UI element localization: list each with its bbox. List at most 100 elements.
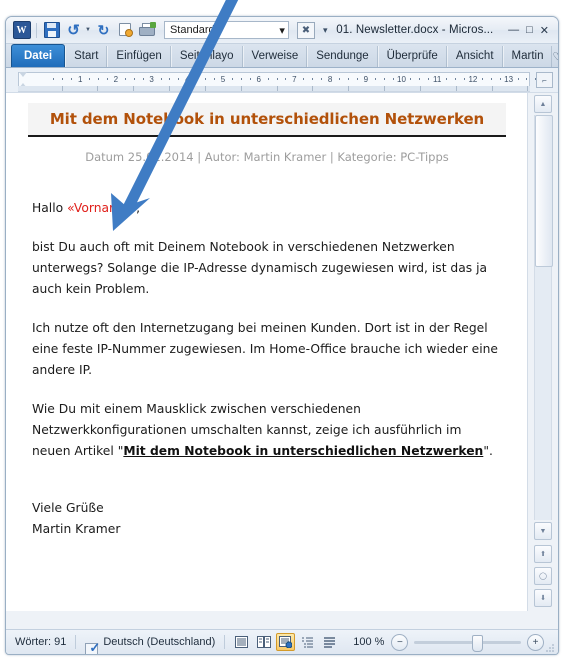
excel-source-button[interactable]: ✖: [296, 21, 315, 39]
ruler-tick: [160, 78, 162, 80]
ruler-tick: [196, 78, 198, 80]
zoom-in-button[interactable]: +: [527, 633, 544, 651]
ruler-tick: [62, 78, 64, 80]
outline-glyph: [302, 637, 314, 648]
web-layout-icon[interactable]: [276, 633, 296, 651]
ruler-tick: [446, 78, 448, 80]
next-page-icon[interactable]: ⬇: [534, 589, 552, 607]
ruler-tick: [499, 78, 501, 80]
scroll-up-button[interactable]: ▲: [534, 95, 552, 113]
ruler-toggle-button[interactable]: ⌐: [536, 72, 553, 88]
ruler-tick: [374, 78, 376, 80]
zoom-out-button[interactable]: −: [391, 633, 409, 651]
browse-navigation: ⬆ ◯ ⬇: [534, 543, 552, 607]
title-bar: W ↺ ▼ ↻ Standard ▾ ✖ ▾ 01. Newsletter.do…: [6, 17, 558, 44]
tab-einfuegen[interactable]: Einfügen: [107, 46, 171, 67]
ruler-subtick: [527, 86, 529, 91]
word-count-label[interactable]: Wörter: 91: [6, 636, 75, 648]
word-app-button[interactable]: W: [12, 21, 31, 40]
ruler-tick: [231, 78, 233, 80]
ruler-tick: [481, 78, 483, 80]
ruler-tick: [106, 78, 108, 80]
undo-icon: ↺: [67, 21, 80, 39]
tab-sendungen[interactable]: Sendunge: [307, 46, 378, 67]
collapse-ribbon-icon[interactable]: ♡: [552, 50, 558, 63]
ruler-number: 1: [77, 75, 83, 84]
paragraph-3-after: ".: [483, 444, 493, 458]
tab-start[interactable]: Start: [65, 46, 108, 67]
outline-icon[interactable]: [298, 633, 317, 651]
tab-seitenlayout[interactable]: Seitenlayo: [170, 46, 243, 67]
ruler-tick: [517, 78, 519, 80]
document-title: 01. Newsletter.docx - Micros...: [336, 24, 494, 36]
tab-ueberpruefen[interactable]: Überprüfe: [377, 46, 447, 67]
zoom-level-label[interactable]: 100 %: [346, 636, 391, 648]
tab-verweise[interactable]: Verweise: [242, 46, 308, 67]
ruler-subtick: [491, 86, 493, 91]
zoom-slider-track[interactable]: [414, 634, 521, 652]
ruler-number: 10: [397, 75, 406, 84]
reading-glyph: [256, 636, 271, 648]
ruler-tick: [455, 78, 457, 80]
close-button[interactable]: ✕: [540, 24, 549, 37]
ruler-tick: [526, 78, 528, 80]
chevron-down-icon: ▾: [279, 24, 285, 37]
save-icon: [43, 22, 60, 38]
style-combobox[interactable]: Standard ▾: [163, 21, 289, 39]
ruler-tick: [410, 78, 412, 80]
excel-icon: ✖: [301, 24, 311, 36]
ruler-tick: [214, 78, 216, 80]
tab-datei[interactable]: Datei: [11, 44, 66, 67]
undo-button[interactable]: ↺: [64, 21, 83, 40]
minimize-button[interactable]: —: [508, 24, 519, 36]
redo-button[interactable]: ↻: [94, 21, 113, 40]
paragraph-2: Ich nutze oft den Internetzugang bei mei…: [32, 321, 499, 377]
ruler-tick: [89, 78, 91, 80]
zoom-slider-thumb[interactable]: [471, 634, 483, 652]
draft-icon[interactable]: [320, 633, 339, 651]
zoom-slider-group[interactable]: − +: [391, 633, 558, 652]
print-layout-icon[interactable]: [232, 633, 251, 651]
quick-print-icon: [139, 22, 157, 37]
resize-grip-icon[interactable]: [546, 643, 555, 652]
article-hyperlink[interactable]: Mit dem Notebook in unterschiedlichen Ne…: [123, 444, 483, 458]
tab-ansicht[interactable]: Ansicht: [446, 46, 503, 67]
ruler-number: 4: [185, 75, 190, 84]
ruler-tick: [303, 78, 305, 80]
merge-field-vorname[interactable]: «Vorname»: [67, 201, 136, 215]
scrollbar-track[interactable]: [534, 115, 553, 520]
vertical-scrollbar[interactable]: ▲ ▼ ⬆ ◯ ⬇: [527, 93, 558, 611]
ruler-subtick: [240, 86, 242, 91]
ruler-tick: [133, 78, 135, 80]
document-page[interactable]: Mit dem Notebook in unterschiedlichen Ne…: [6, 93, 528, 611]
scroll-down-button[interactable]: ▼: [534, 522, 552, 540]
print-preview-button[interactable]: [116, 21, 135, 40]
quick-access-toolbar: W ↺ ▼ ↻ Standard ▾ ✖ ▾: [6, 21, 327, 40]
salutation-prefix: Hallo: [32, 201, 68, 215]
select-browse-object-icon[interactable]: ◯: [534, 567, 552, 585]
closing-name: Martin Kramer: [32, 522, 121, 536]
article-meta: Datum 25.01.2014 | Autor: Martin Kramer …: [85, 150, 449, 164]
print-layout-glyph: [235, 636, 249, 648]
ruler-tick: [178, 78, 180, 80]
maximize-button[interactable]: □: [526, 24, 533, 36]
quick-print-button[interactable]: [138, 21, 157, 40]
salutation-paragraph: Hallo «Vorname»,: [32, 198, 502, 219]
language-label[interactable]: Deutsch (Deutschland): [94, 636, 224, 648]
ruler-tick: [205, 78, 207, 80]
signature-block: Viele Grüße Martin Kramer: [32, 498, 502, 540]
ruler-number: 7: [292, 75, 297, 84]
ruler-tick: [71, 78, 73, 80]
ruler-tick: [249, 78, 251, 80]
ruler-tick: [240, 78, 242, 80]
previous-page-icon[interactable]: ⬆: [534, 545, 552, 563]
full-screen-reading-icon[interactable]: [254, 633, 273, 651]
ruler-number: 8: [327, 75, 333, 84]
ruler-number: 9: [363, 75, 369, 84]
save-button[interactable]: [42, 21, 61, 40]
ruler-subtick: [133, 86, 135, 91]
tab-martin[interactable]: Martin: [502, 46, 553, 67]
scrollbar-thumb[interactable]: [535, 115, 553, 267]
redo-icon: ↻: [97, 22, 110, 38]
undo-dropdown-icon[interactable]: ▼: [85, 27, 91, 33]
